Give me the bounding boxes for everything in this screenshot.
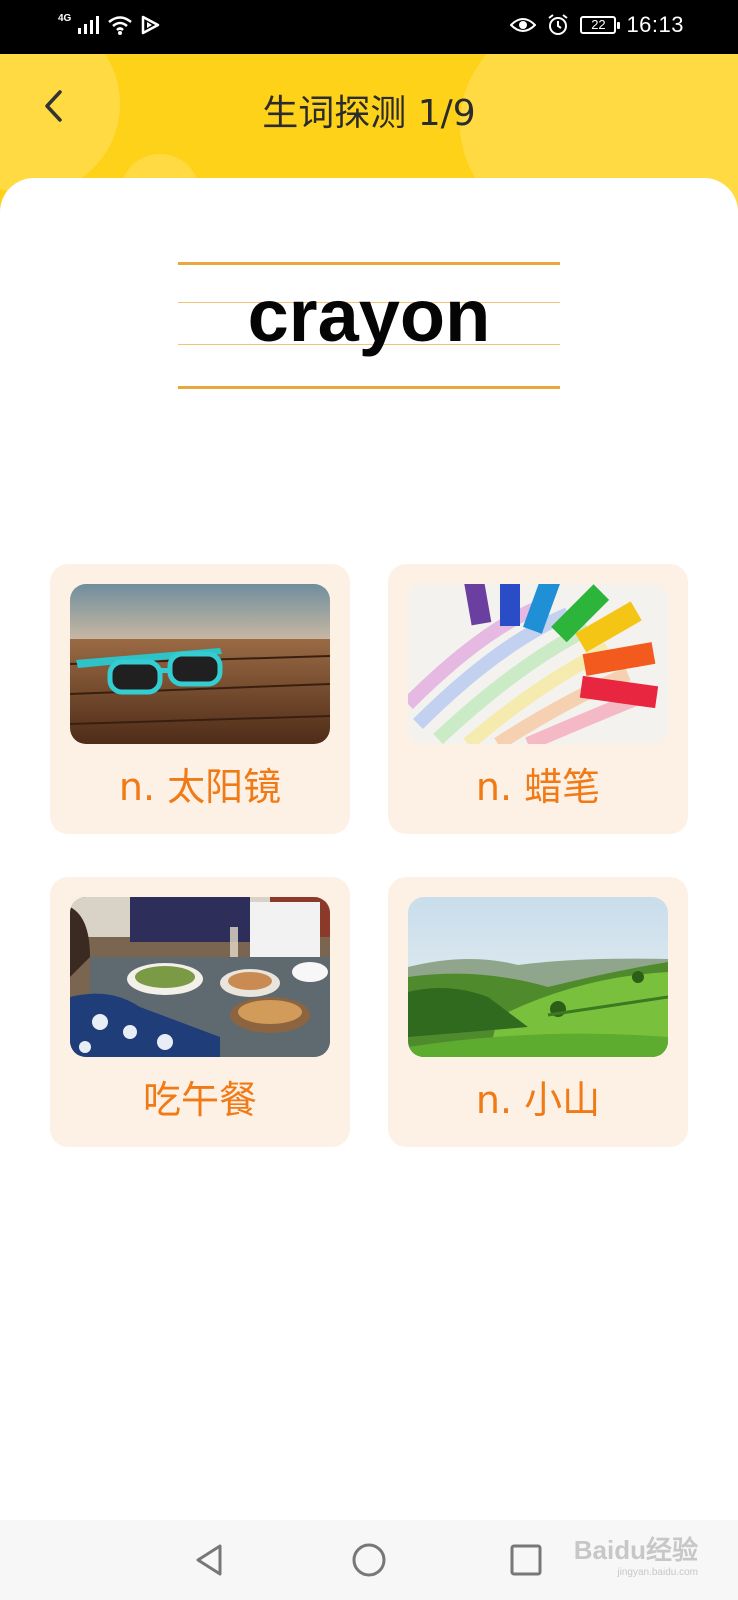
option-label: n. 蜡笔 [475, 765, 601, 809]
home-circle-icon[interactable] [349, 1540, 389, 1580]
answer-option[interactable]: n. 太阳镜 [50, 564, 350, 834]
watermark-url: jingyan.baidu.com [617, 1567, 698, 1578]
status-bar: 4G 22 16:13 [0, 0, 738, 54]
sunglasses-photo [70, 584, 330, 744]
option-label: 吃午餐 [142, 1078, 257, 1122]
eye-icon [510, 18, 537, 32]
battery-indicator: 22 [580, 16, 621, 34]
signal-icon [78, 16, 100, 34]
page-title: 生词探测 1/9 [262, 93, 476, 134]
target-word: crayon [247, 274, 491, 357]
answer-option[interactable]: n. 小山 [388, 877, 688, 1147]
play-store-icon [142, 15, 160, 35]
option-label: n. 太阳镜 [118, 765, 282, 809]
wifi-icon [108, 16, 133, 35]
hills-photo [408, 897, 668, 1057]
status-right: 22 16:13 [510, 12, 684, 38]
crayons-photo [408, 584, 668, 744]
answer-option[interactable]: 吃午餐 [50, 877, 350, 1147]
lunch-table-photo [70, 897, 330, 1057]
watermark-text: Baidu经验 [573, 1535, 698, 1565]
network-type-label: 4G [58, 12, 72, 24]
answer-option[interactable]: n. 蜡笔 [388, 564, 688, 834]
status-time: 16:13 [626, 12, 684, 37]
status-left: 4G [58, 12, 161, 36]
alarm-icon [548, 14, 569, 35]
option-label: n. 小山 [475, 1078, 601, 1122]
back-triangle-icon[interactable] [190, 1540, 230, 1580]
recents-square-icon[interactable] [506, 1540, 546, 1580]
watermark: Baidu经验 jingyan.baidu.com [574, 1530, 698, 1578]
bottom-rule [178, 386, 560, 389]
word-display: crayon [178, 262, 560, 392]
